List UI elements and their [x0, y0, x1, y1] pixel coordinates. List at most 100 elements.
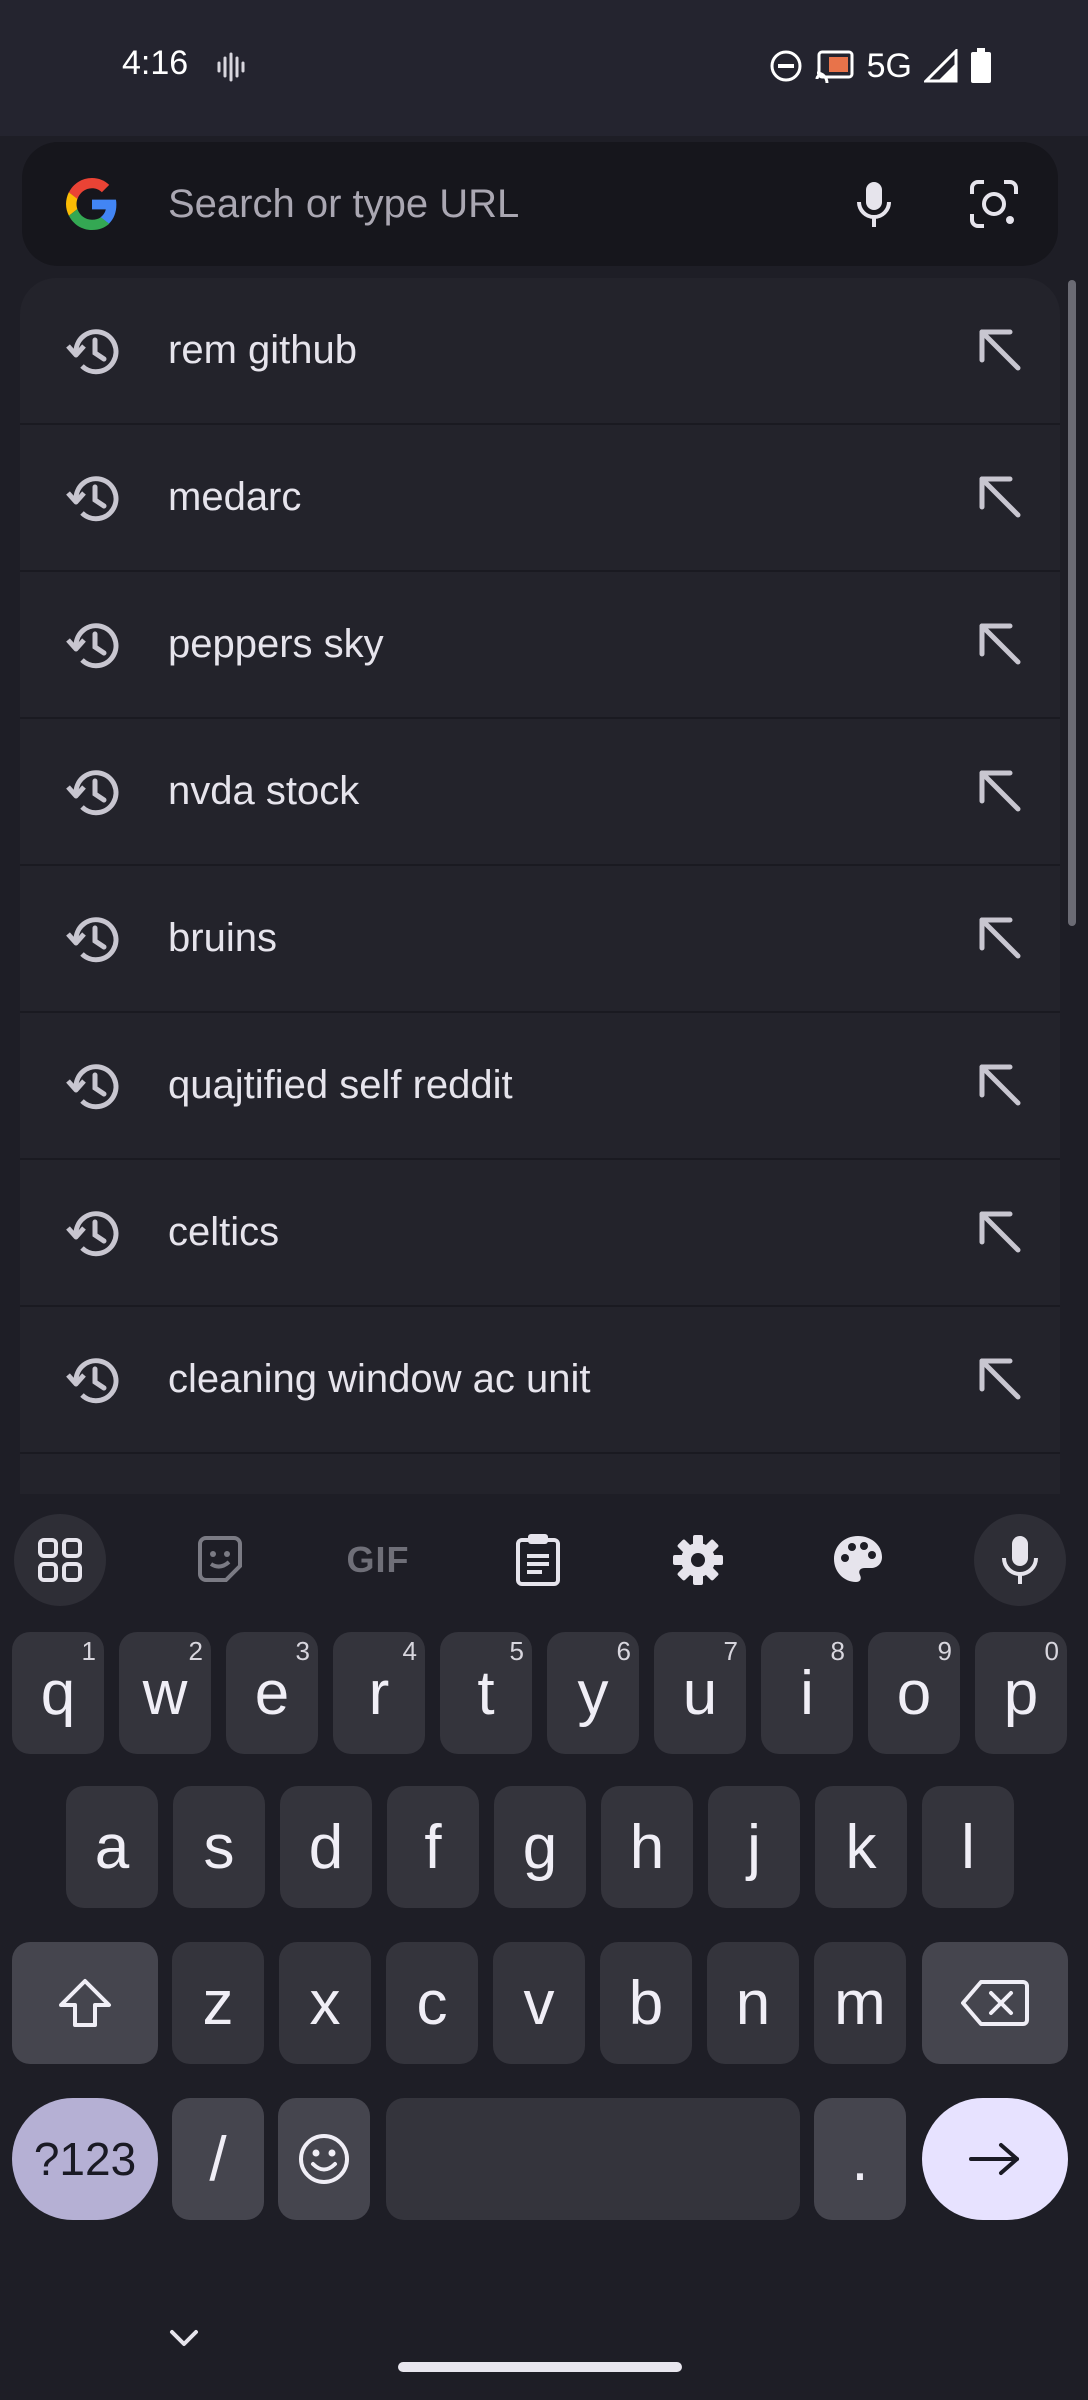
key-k[interactable]: k	[815, 1786, 907, 1908]
key-h-label: h	[629, 1812, 665, 1882]
cast-icon	[815, 50, 854, 83]
home-indicator[interactable]	[398, 2362, 682, 2372]
key-v[interactable]: v	[493, 1942, 585, 2064]
suggestion-row[interactable]: quajtified self reddit	[20, 1013, 1060, 1160]
signal-icon	[924, 49, 958, 83]
enter-key[interactable]	[922, 2098, 1068, 2220]
key-y-hint: 6	[616, 1636, 631, 1666]
key-a[interactable]: a	[66, 1786, 158, 1908]
key-k-label: k	[845, 1812, 877, 1882]
key-n-label: n	[735, 1968, 771, 2038]
period-label: .	[851, 2124, 869, 2194]
settings-icon[interactable]	[652, 1514, 744, 1606]
suggestion-label: nvda stock	[168, 769, 360, 813]
history-icon	[64, 1057, 124, 1117]
palette-icon[interactable]	[812, 1514, 904, 1606]
battery-icon	[971, 48, 991, 83]
key-x[interactable]: x	[279, 1942, 371, 2064]
key-v-label: v	[523, 1968, 555, 2038]
clipboard-icon[interactable]	[492, 1514, 584, 1606]
fill-query-arrow-icon[interactable]	[972, 763, 1028, 819]
fill-query-arrow-icon[interactable]	[972, 1204, 1028, 1260]
key-g-label: g	[522, 1812, 558, 1882]
slash-key[interactable]: /	[172, 2098, 264, 2220]
suggestion-row[interactable]: celtics	[20, 1160, 1060, 1307]
history-icon	[64, 1204, 124, 1264]
gif-button[interactable]: GIF	[332, 1514, 424, 1606]
key-l-label: l	[961, 1812, 975, 1882]
suggestion-row[interactable]: rem github	[20, 278, 1060, 425]
key-q[interactable]: q1	[12, 1632, 104, 1754]
key-z[interactable]: z	[172, 1942, 264, 2064]
key-p[interactable]: p0	[975, 1632, 1067, 1754]
shift-key[interactable]	[12, 1942, 158, 2064]
voice-mic-icon[interactable]	[974, 1514, 1066, 1606]
keyboard-toolbar: GIF	[0, 1494, 1088, 1614]
backspace-key[interactable]	[922, 1942, 1068, 2064]
key-w-hint: 2	[188, 1636, 203, 1666]
suggestion-row[interactable]: bruins	[20, 866, 1060, 1013]
key-o[interactable]: o9	[868, 1632, 960, 1754]
key-c[interactable]: c	[386, 1942, 478, 2064]
key-d[interactable]: d	[280, 1786, 372, 1908]
suggestion-label: cleaning window ac unit	[168, 1357, 591, 1401]
fill-query-arrow-icon[interactable]	[972, 322, 1028, 378]
omnibox[interactable]	[22, 142, 1058, 266]
key-g[interactable]: g	[494, 1786, 586, 1908]
key-t-hint: 5	[509, 1636, 524, 1666]
key-u[interactable]: u7	[654, 1632, 746, 1754]
scrollbar[interactable]	[1068, 280, 1076, 926]
symbols-key[interactable]: ?123	[12, 2098, 158, 2220]
keyboard-collapse-icon[interactable]	[164, 2318, 204, 2358]
key-w[interactable]: w2	[119, 1632, 211, 1754]
key-u-hint: 7	[723, 1636, 738, 1666]
emoji-key[interactable]	[278, 2098, 370, 2220]
fill-query-arrow-icon[interactable]	[972, 910, 1028, 966]
apps-grid-icon[interactable]	[14, 1514, 106, 1606]
key-f[interactable]: f	[387, 1786, 479, 1908]
key-t[interactable]: t5	[440, 1632, 532, 1754]
sticker-icon[interactable]	[174, 1514, 266, 1606]
key-y[interactable]: y6	[547, 1632, 639, 1754]
key-h[interactable]: h	[601, 1786, 693, 1908]
key-r-hint: 4	[402, 1636, 417, 1666]
lens-icon[interactable]	[966, 176, 1022, 232]
key-r[interactable]: r4	[333, 1632, 425, 1754]
fill-query-arrow-icon[interactable]	[972, 616, 1028, 672]
key-x-label: x	[309, 1968, 341, 2038]
key-e[interactable]: e3	[226, 1632, 318, 1754]
suggestion-row[interactable]: medarc	[20, 425, 1060, 572]
suggestion-label: quajtified self reddit	[168, 1063, 513, 1107]
key-n[interactable]: n	[707, 1942, 799, 2064]
space-key[interactable]	[386, 2098, 800, 2220]
mic-icon[interactable]	[846, 176, 902, 232]
symbols-label: ?123	[33, 2133, 137, 2185]
fill-query-arrow-icon[interactable]	[972, 469, 1028, 525]
emoji-icon	[299, 2134, 349, 2184]
history-icon	[64, 763, 124, 823]
key-s[interactable]: s	[173, 1786, 265, 1908]
fill-query-arrow-icon[interactable]	[972, 1351, 1028, 1407]
key-p-label: p	[1003, 1658, 1039, 1728]
key-d-label: d	[308, 1812, 344, 1882]
key-e-hint: 3	[295, 1636, 310, 1666]
screen: 4:16 5G Search or type URL rem github me…	[0, 0, 1088, 2400]
period-key[interactable]: .	[814, 2098, 906, 2220]
history-icon	[64, 616, 124, 676]
key-l[interactable]: l	[922, 1786, 1014, 1908]
search-input[interactable]	[168, 172, 808, 236]
suggestion-row[interactable]: nvda stock	[20, 719, 1060, 866]
key-b[interactable]: b	[600, 1942, 692, 2064]
key-m[interactable]: m	[814, 1942, 906, 2064]
key-i[interactable]: i8	[761, 1632, 853, 1754]
key-o-hint: 9	[937, 1636, 952, 1666]
suggestion-row[interactable]: cleaning window ac unit	[20, 1307, 1060, 1454]
google-logo-icon	[66, 178, 117, 230]
key-z-label: z	[202, 1968, 234, 2038]
key-j[interactable]: j	[708, 1786, 800, 1908]
fill-query-arrow-icon[interactable]	[972, 1057, 1028, 1113]
suggestion-row[interactable]: peppers sky	[20, 572, 1060, 719]
key-t-label: t	[477, 1658, 495, 1728]
suggestion-label: bruins	[168, 916, 277, 960]
key-y-label: y	[577, 1658, 609, 1728]
